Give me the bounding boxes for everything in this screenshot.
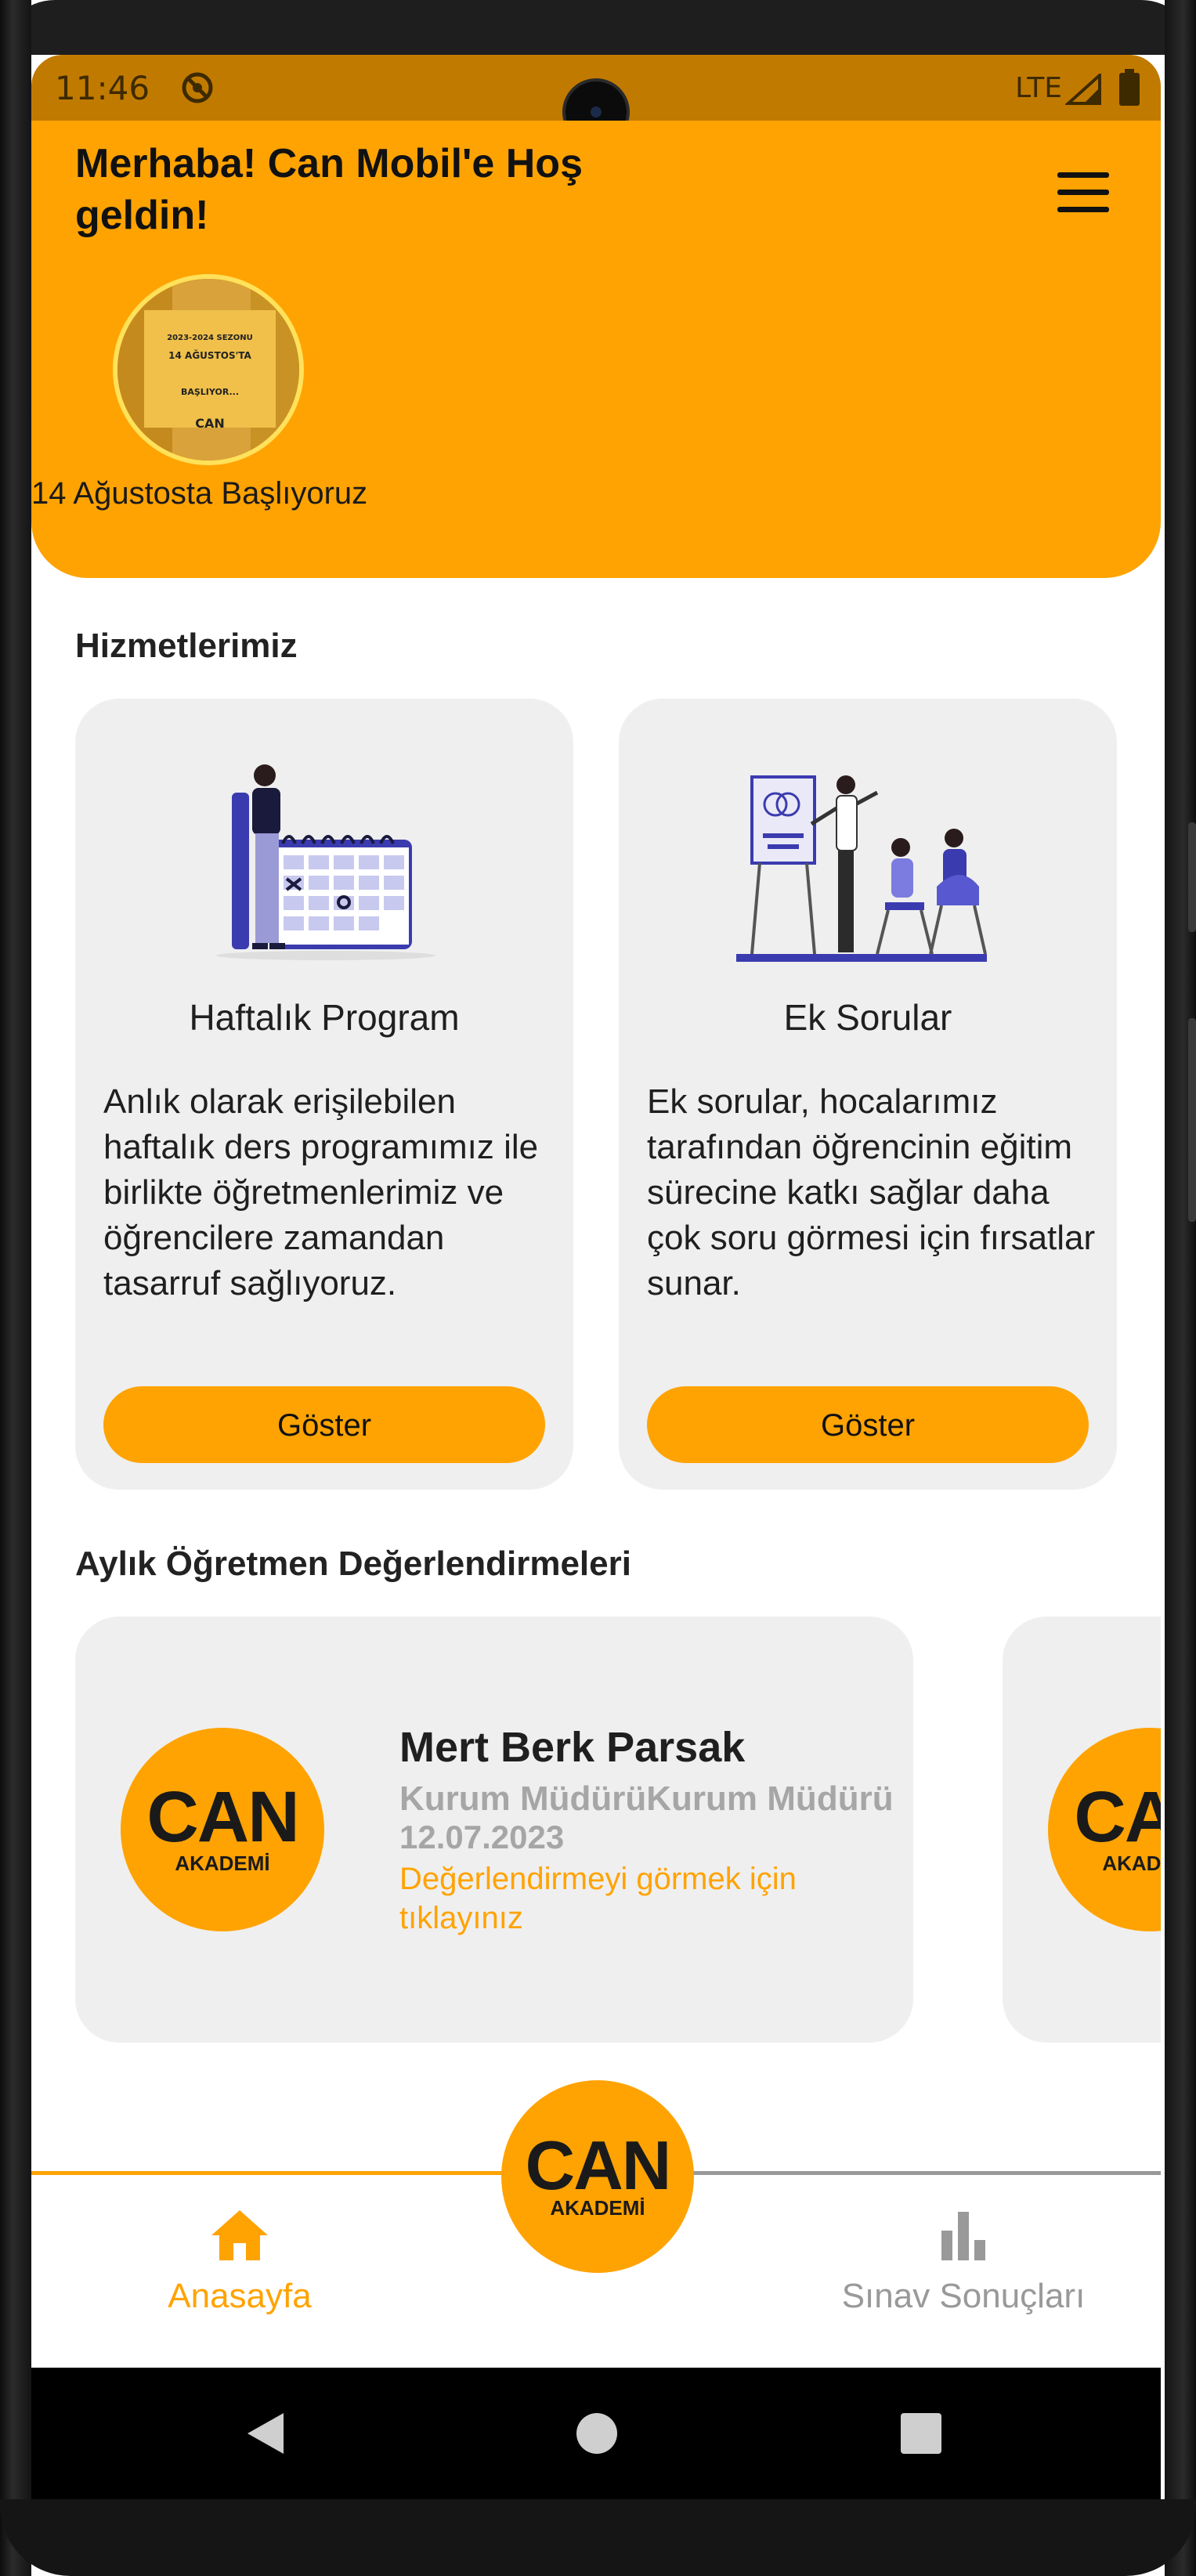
phone-bezel-left	[0, 0, 31, 2576]
home-icon	[211, 2210, 268, 2260]
greeting-title: Merhaba! Can Mobil'e Hoş geldin!	[75, 141, 583, 238]
teacher-role: Kurum MüdürüKurum Müdürü	[399, 1779, 894, 1818]
notification-icon	[182, 72, 213, 103]
phone-frame-bottom	[0, 2499, 1196, 2576]
story-image: 2023-2024 SEZONU 14 AĞUSTOS'TA BAŞLIYOR.…	[117, 279, 299, 461]
can-akademi-logo: CAN AKADEMİ	[121, 1728, 324, 1931]
story-line-3: BAŞLIYOR...	[181, 387, 239, 397]
view-evaluation-link[interactable]: Değerlendirmeyi görmek için tıklayınız	[399, 1859, 807, 1938]
service-card-extra-questions: Ek Sorular Ek sorular, hocalarımız taraf…	[619, 699, 1117, 1490]
menu-button[interactable]	[1057, 172, 1111, 216]
nav-item-home[interactable]: Anasayfa	[107, 2209, 373, 2316]
service-card-weekly-program: Haftalık Program Anlık olarak erişilebil…	[75, 699, 573, 1490]
evaluation-card-next[interactable]: CAN AKADEMİ	[1003, 1617, 1161, 2043]
services-title: Hizmetlerimiz	[75, 627, 298, 665]
service-description: Anlık olarak erişilebilen haftalık ders …	[103, 1082, 539, 1302]
phone-frame-top	[0, 0, 1196, 55]
show-weekly-program-button[interactable]: Göster	[103, 1386, 545, 1463]
nav-divider-inactive	[658, 2171, 1161, 2175]
service-title: Ek Sorular	[783, 997, 952, 1038]
story-label: 14 Ağustosta Başlıyoruz	[31, 476, 368, 511]
story-line-1: 2023-2024 SEZONU	[167, 334, 253, 342]
nav-label-home: Anasayfa	[168, 2277, 312, 2315]
hamburger-icon	[1057, 172, 1109, 178]
recents-icon[interactable]	[901, 2413, 941, 2454]
app-screen: 11:46 LTE Merhaba! Can Mobil'e Hoş geldi…	[31, 55, 1161, 2368]
logo-subtitle: AKADEMİ	[1102, 1852, 1161, 1875]
story-thumbnail[interactable]: 2023-2024 SEZONU 14 AĞUSTOS'TA BAŞLIYOR.…	[113, 274, 304, 465]
story-line-2: 14 AĞUSTOS'TA	[168, 349, 251, 361]
phone-bezel-right	[1165, 0, 1196, 2576]
network-type: LTE	[1015, 72, 1062, 104]
story-line-4: CAN	[195, 416, 225, 431]
nav-label-exam-results: Sınav Sonuçları	[841, 2277, 1086, 2315]
phone-device: 11:46 LTE Merhaba! Can Mobil'e Hoş geldi…	[0, 0, 1196, 2576]
logo-brand: CAN	[146, 1777, 299, 1857]
evaluations-title: Aylık Öğretmen Değerlendirmeleri	[75, 1545, 631, 1583]
center-logo-button[interactable]: CAN AKADEMİ	[501, 2080, 694, 2273]
evaluation-date: 12.07.2023	[399, 1819, 565, 1855]
power-button	[1188, 1018, 1196, 1222]
evaluation-card[interactable]: CAN AKADEMİ Mert Berk Parsak Kurum Müdür…	[75, 1617, 913, 2043]
presentation-illustration-icon	[736, 775, 987, 962]
logo-brand: CAN	[525, 2126, 672, 2204]
back-icon[interactable]	[244, 2412, 288, 2455]
system-navigation-bar	[31, 2368, 1161, 2499]
status-time: 11:46	[55, 69, 150, 107]
volume-button	[1188, 822, 1196, 932]
logo-subtitle: AKADEMİ	[175, 1852, 270, 1875]
can-akademi-logo: CAN AKADEMİ	[1048, 1728, 1161, 1931]
logo-subtitle: AKADEMİ	[550, 2196, 645, 2220]
signal-icon	[1065, 74, 1101, 105]
bar-chart-icon	[941, 2212, 985, 2260]
logo-brand: CAN	[1074, 1777, 1161, 1857]
show-extra-questions-button[interactable]: Göster	[647, 1386, 1089, 1463]
service-title: Haftalık Program	[189, 997, 460, 1038]
calendar-illustration-icon	[216, 764, 435, 960]
nav-divider-active	[31, 2171, 533, 2175]
teacher-name: Mert Berk Parsak	[399, 1724, 746, 1771]
battery-icon	[1119, 69, 1140, 106]
home-circle-icon[interactable]	[575, 2412, 619, 2455]
service-description: Ek sorular, hocalarımız tarafından öğren…	[647, 1082, 1096, 1302]
nav-item-exam-results[interactable]: Sınav Sonuçları	[783, 2209, 1144, 2316]
